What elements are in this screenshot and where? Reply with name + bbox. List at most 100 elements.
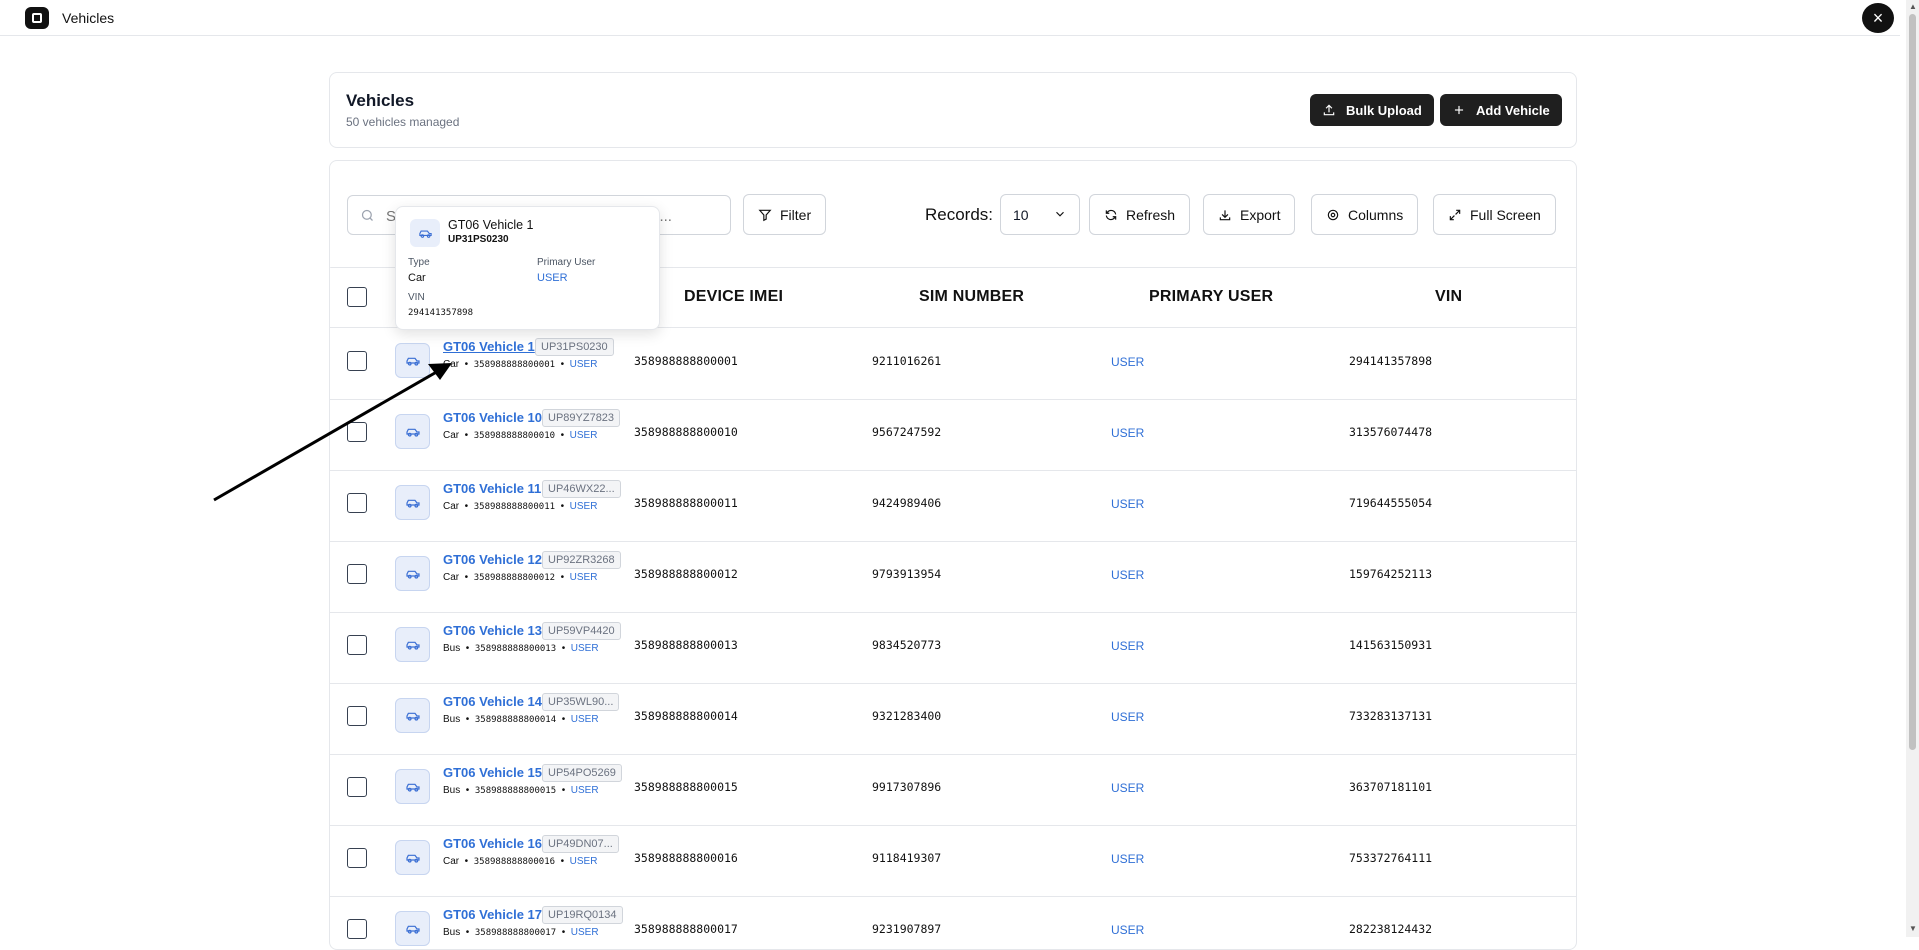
vehicle-user-link[interactable]: USER [570,572,598,583]
table-row[interactable]: GT06 Vehicle 17 UP19RQ0134 Bus • 358988888… [330,897,1576,949]
vehicle-imei-small: 358988888800012 [473,573,556,583]
vehicle-type: Car [443,856,460,867]
vehicles-header-card: Vehicles 50 vehicles managed Bulk Upload… [329,72,1577,148]
bulk-upload-button[interactable]: Bulk Upload [1310,94,1434,126]
header-primary-user[interactable]: PRIMARY USER [1149,288,1273,306]
records-label: Records: [925,205,994,224]
primary-user-link[interactable]: USER [1111,781,1144,795]
hover-vin-label: VIN [408,292,425,303]
primary-user-link[interactable]: USER [1111,923,1144,937]
records-select[interactable]: 10 [1000,194,1080,235]
table-row[interactable]: GT06 Vehicle 1 UP31PS0230 Car • 3589888888… [330,329,1576,400]
primary-user-link[interactable]: USER [1111,710,1144,724]
scroll-thumb[interactable] [1909,14,1916,750]
vehicle-imei-small: 358988888800014 [474,715,557,725]
vehicle-user-link[interactable]: USER [570,359,598,370]
row-checkbox[interactable] [347,351,367,371]
vehicle-imei-small: 358988888800001 [473,360,556,370]
add-vehicle-button[interactable]: Add Vehicle [1440,94,1562,126]
row-checkbox[interactable] [347,635,367,655]
expand-icon [1449,209,1461,220]
row-checkbox[interactable] [347,777,367,797]
table-row[interactable]: GT06 Vehicle 12 UP92ZR3268 Car • 358988888… [330,542,1576,613]
vehicle-user-link[interactable]: USER [570,430,598,441]
vehicle-meta: Bus • 358988888800015 • USER [443,785,599,796]
vehicle-name-link[interactable]: GT06 Vehicle 1 [443,339,535,354]
row-checkbox[interactable] [347,493,367,513]
plate-badge: UP54PO5269 [542,764,622,782]
vehicle-meta: Car • 358988888800012 • USER [443,572,598,583]
vehicle-imei-small: 358988888800016 [473,857,556,867]
table-row[interactable]: GT06 Vehicle 16 UP49DN07... Car • 35898888… [330,826,1576,897]
primary-user-link[interactable]: USER [1111,568,1144,582]
row-checkbox[interactable] [347,564,367,584]
vin-cell: 141563150931 [1349,638,1433,652]
page-scrollbar[interactable]: ▲ ▼ [1906,0,1919,937]
vehicle-user-link[interactable]: USER [570,856,598,867]
plate-badge: UP89YZ7823 [542,409,621,427]
vehicle-user-link[interactable]: USER [571,785,599,796]
device-imei-cell: 358988888800014 [634,709,738,723]
car-icon [395,698,430,733]
columns-button[interactable]: Columns [1311,194,1419,235]
vehicle-user-link[interactable]: USER [570,501,598,512]
hover-user-link[interactable]: USER [537,272,568,284]
table-row[interactable]: GT06 Vehicle 11 UP46WX22... Car • 35898888… [330,471,1576,542]
vehicle-meta: Car • 358988888800010 • USER [443,430,598,441]
vehicle-meta: Bus • 358988888800017 • USER [443,927,599,938]
table-row[interactable]: GT06 Vehicle 14 UP35WL90... Bus • 35898888… [330,684,1576,755]
scroll-up-icon[interactable]: ▲ [1909,2,1917,11]
vehicle-name-link[interactable]: GT06 Vehicle 17 [443,907,542,922]
primary-user-link[interactable]: USER [1111,497,1144,511]
header-sim-number[interactable]: SIM NUMBER [919,288,1024,306]
header-device-imei[interactable]: DEVICE IMEI [684,288,783,306]
vehicle-name-link[interactable]: GT06 Vehicle 13 [443,623,542,638]
search-icon [361,209,373,221]
vin-cell: 159764252113 [1349,567,1433,581]
vin-cell: 294141357898 [1349,354,1433,368]
row-checkbox[interactable] [347,706,367,726]
vehicle-name-link[interactable]: GT06 Vehicle 10 [443,410,542,425]
row-checkbox[interactable] [347,422,367,442]
sim-number-cell: 9793913954 [872,567,942,581]
table-row[interactable]: GT06 Vehicle 15 UP54PO5269 Bus • 358988888… [330,755,1576,826]
car-icon [410,219,440,247]
primary-user-link[interactable]: USER [1111,639,1144,653]
refresh-button[interactable]: Refresh [1089,194,1191,235]
vehicle-user-link[interactable]: USER [571,714,599,725]
scroll-down-icon[interactable]: ▼ [1909,924,1917,933]
vehicle-imei-small: 358988888800013 [474,644,557,654]
download-icon [1219,209,1231,220]
car-icon [395,769,430,804]
vehicle-name-link[interactable]: GT06 Vehicle 16 [443,836,542,851]
export-button[interactable]: Export [1203,194,1296,235]
primary-user-link[interactable]: USER [1111,426,1144,440]
vehicle-meta: Bus • 358988888800013 • USER [443,643,599,654]
vehicle-name-link[interactable]: GT06 Vehicle 12 [443,552,542,567]
vehicle-imei-small: 358988888800015 [474,786,557,796]
primary-user-link[interactable]: USER [1111,852,1144,866]
vin-cell: 733283137131 [1349,709,1433,723]
primary-user-link[interactable]: USER [1111,355,1144,369]
table-row[interactable]: GT06 Vehicle 13 UP59VP4420 Bus • 358988888… [330,613,1576,684]
vehicle-name-link[interactable]: GT06 Vehicle 15 [443,765,542,780]
car-icon [395,840,430,875]
plus-icon [1454,105,1464,115]
fullscreen-button[interactable]: Full Screen [1433,194,1556,235]
vehicle-name-link[interactable]: GT06 Vehicle 14 [443,694,542,709]
row-checkbox[interactable] [347,919,367,939]
close-window-button[interactable]: × [1862,3,1894,33]
filter-icon [758,209,772,221]
sim-number-cell: 9834520773 [872,638,942,652]
table-row[interactable]: GT06 Vehicle 10 UP89YZ7823 Car • 358988888… [330,400,1576,471]
sim-number-cell: 9231907897 [872,922,942,936]
vehicle-user-link[interactable]: USER [571,643,599,654]
vehicle-imei-small: 358988888800011 [473,502,556,512]
filter-button[interactable]: Filter [743,194,827,235]
vehicle-user-link[interactable]: USER [571,927,599,938]
vehicle-name-link[interactable]: GT06 Vehicle 11 [443,481,541,496]
header-vin[interactable]: VIN [1435,288,1462,306]
select-all-checkbox[interactable] [347,287,367,307]
gear-icon [1327,209,1339,220]
row-checkbox[interactable] [347,848,367,868]
